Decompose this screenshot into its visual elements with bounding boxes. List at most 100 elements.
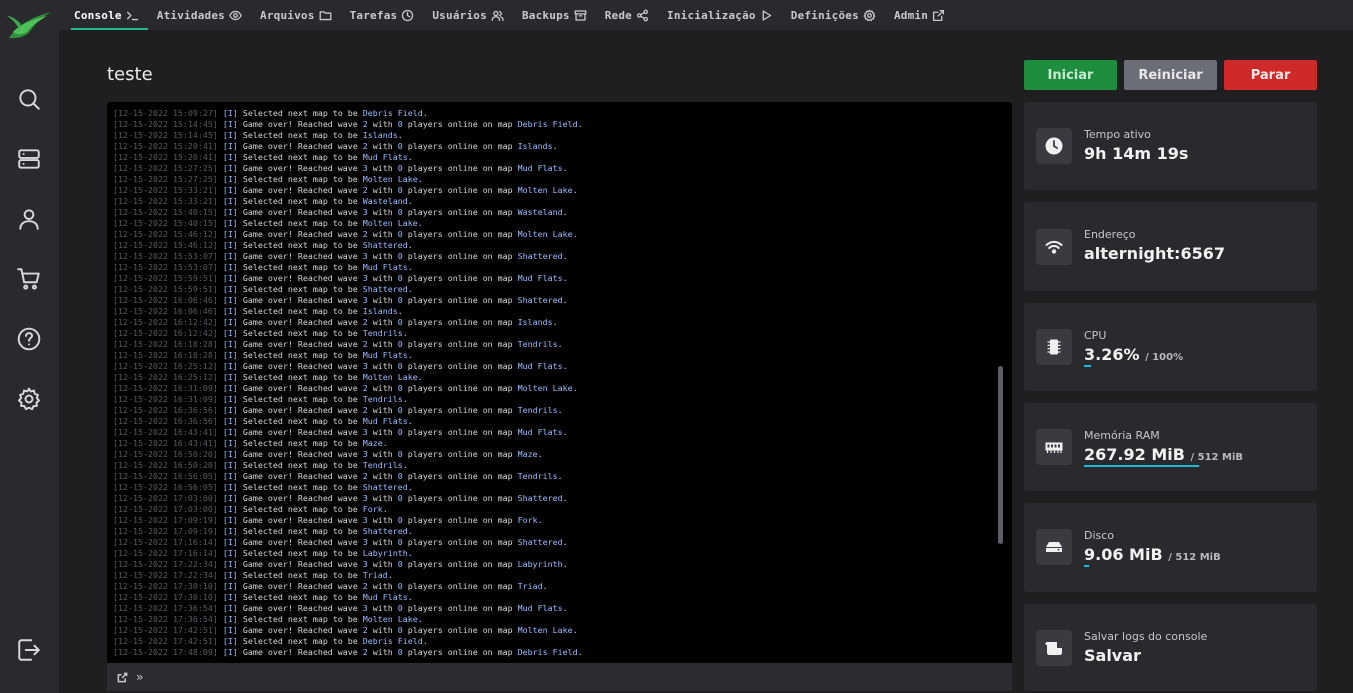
log-message: . bbox=[537, 515, 543, 525]
log-message: players online on map bbox=[402, 625, 518, 635]
settings-icon[interactable] bbox=[10, 380, 48, 418]
users-icon bbox=[491, 10, 504, 21]
memory-limit: / 512 MiB bbox=[1190, 452, 1244, 463]
log-level: [I] bbox=[222, 559, 243, 569]
console-line: [12-15-2022 16:12:42] [I] Game over! Rea… bbox=[113, 317, 998, 328]
cart-icon[interactable] bbox=[10, 260, 48, 298]
log-message: Selected next map to be bbox=[242, 328, 363, 338]
save-logs-card[interactable]: Salvar logs do console Salvar bbox=[1024, 604, 1317, 691]
address-card[interactable]: Endereço alternight:6567 bbox=[1024, 202, 1317, 291]
uptime-label: Tempo ativo bbox=[1084, 128, 1151, 141]
cpu-usage: 3.26% bbox=[1084, 345, 1140, 364]
log-timestamp: [12-15-2022 15:59:51] bbox=[113, 273, 223, 283]
disk-card: Disco 9.06 MiB / 512 MiB bbox=[1024, 503, 1317, 592]
address-value[interactable]: alternight:6567 bbox=[1084, 244, 1225, 263]
tab-label: Backups bbox=[521, 8, 570, 22]
memory-value: 267.92 MiB / 512 MiB bbox=[1084, 445, 1243, 464]
console-line: [12-15-2022 15:20:41] [I] Game over! Rea… bbox=[113, 141, 998, 152]
log-map-name: Triad bbox=[362, 570, 388, 580]
console-scrollbar[interactable] bbox=[998, 366, 1003, 544]
tab-console[interactable]: Console bbox=[65, 0, 148, 30]
log-message: with bbox=[367, 185, 398, 195]
help-icon[interactable] bbox=[10, 320, 48, 358]
log-message: Game over! Reached wave bbox=[242, 405, 363, 415]
log-message: with bbox=[367, 361, 398, 371]
log-message: . bbox=[562, 251, 568, 261]
log-message: . bbox=[542, 581, 548, 591]
tab-rede[interactable]: Rede bbox=[596, 0, 658, 30]
console-line: [12-15-2022 15:20:41] [I] Selected next … bbox=[113, 152, 998, 163]
search-icon[interactable] bbox=[10, 80, 48, 118]
log-message: . bbox=[402, 394, 408, 404]
log-message: players online on map bbox=[402, 207, 518, 217]
log-message: . bbox=[557, 339, 563, 349]
log-map-name: Molten Lake bbox=[517, 185, 573, 195]
log-message: . bbox=[562, 603, 568, 613]
log-level: [I] bbox=[222, 185, 243, 195]
log-message: Selected next map to be bbox=[242, 218, 363, 228]
log-message: with bbox=[367, 427, 398, 437]
tab-admin[interactable]: Admin bbox=[885, 0, 954, 30]
log-timestamp: [12-15-2022 16:43:41] bbox=[113, 427, 223, 437]
console-line: [12-15-2022 16:50:20] [I] Selected next … bbox=[113, 460, 998, 471]
log-level: [I] bbox=[222, 548, 243, 558]
log-timestamp: [12-15-2022 16:50:20] bbox=[113, 449, 223, 459]
log-map-name: Tendrils bbox=[362, 394, 403, 404]
log-map-name: Wasteland bbox=[517, 207, 563, 217]
log-map-name: Debris Field bbox=[517, 647, 578, 657]
log-level: [I] bbox=[222, 130, 243, 140]
log-timestamp: [12-15-2022 16:12:42] bbox=[113, 328, 223, 338]
tab-inicializacao[interactable]: Inicialização bbox=[658, 0, 782, 30]
log-map-name: Maze bbox=[517, 449, 538, 459]
log-message: Game over! Reached wave bbox=[242, 295, 363, 305]
scroll-icon bbox=[1036, 630, 1072, 666]
tab-tarefas[interactable]: Tarefas bbox=[341, 0, 424, 30]
tab-definicoes[interactable]: Definições bbox=[782, 0, 885, 30]
tab-label: Tarefas bbox=[349, 8, 398, 22]
console-line: [12-15-2022 15:40:15] [I] Selected next … bbox=[113, 218, 998, 229]
servers-icon[interactable] bbox=[10, 140, 48, 178]
log-message: Game over! Reached wave bbox=[242, 361, 363, 371]
log-timestamp: [12-15-2022 17:16:14] bbox=[113, 548, 223, 558]
console-output[interactable]: [12-15-2022 15:09:27] [I] Selected next … bbox=[107, 102, 1012, 663]
start-button[interactable]: Iniciar bbox=[1024, 60, 1117, 90]
log-message: players online on map bbox=[402, 603, 518, 613]
log-level: [I] bbox=[222, 526, 243, 536]
log-message: Game over! Reached wave bbox=[242, 537, 363, 547]
save-logs-button[interactable]: Salvar bbox=[1084, 646, 1141, 665]
stop-button[interactable]: Parar bbox=[1224, 60, 1317, 90]
log-message: Game over! Reached wave bbox=[242, 515, 363, 525]
log-level: [I] bbox=[222, 614, 243, 624]
tab-atividades[interactable]: Atividades bbox=[148, 0, 251, 30]
tab-backups[interactable]: Backups bbox=[513, 0, 596, 30]
console-line: [12-15-2022 15:09:27] [I] Selected next … bbox=[113, 108, 998, 119]
log-message: . bbox=[407, 196, 413, 206]
log-message: with bbox=[367, 625, 398, 635]
tab-usuarios[interactable]: Usuários bbox=[423, 0, 513, 30]
tab-arquivos[interactable]: Arquivos bbox=[251, 0, 341, 30]
log-timestamp: [12-15-2022 16:31:09] bbox=[113, 394, 223, 404]
log-map-name: Labyrinth bbox=[362, 548, 408, 558]
log-message: . bbox=[562, 273, 568, 283]
console-command-input[interactable] bbox=[151, 670, 992, 684]
account-icon[interactable] bbox=[10, 200, 48, 238]
logo-icon[interactable] bbox=[7, 8, 53, 42]
log-message: players online on map bbox=[402, 141, 518, 151]
log-map-name: Fork bbox=[362, 504, 383, 514]
restart-button[interactable]: Reiniciar bbox=[1124, 60, 1217, 90]
console-line: [12-15-2022 15:14:45] [I] Selected next … bbox=[113, 130, 998, 141]
log-message: . bbox=[552, 317, 558, 327]
console-line: [12-15-2022 17:09:19] [I] Selected next … bbox=[113, 526, 998, 537]
log-message: . bbox=[562, 427, 568, 437]
cpu-usage-bar bbox=[1084, 365, 1091, 367]
log-message: with bbox=[367, 273, 398, 283]
logout-icon[interactable] bbox=[10, 631, 48, 669]
log-level: [I] bbox=[222, 372, 243, 382]
log-message: . bbox=[402, 328, 408, 338]
clock-icon bbox=[1036, 128, 1072, 164]
log-timestamp: [12-15-2022 16:50:20] bbox=[113, 460, 223, 470]
folder-icon bbox=[319, 10, 332, 20]
external-link-icon[interactable] bbox=[117, 672, 128, 683]
log-timestamp: [12-15-2022 17:03:00] bbox=[113, 504, 223, 514]
log-timestamp: [12-15-2022 16:06:46] bbox=[113, 295, 223, 305]
